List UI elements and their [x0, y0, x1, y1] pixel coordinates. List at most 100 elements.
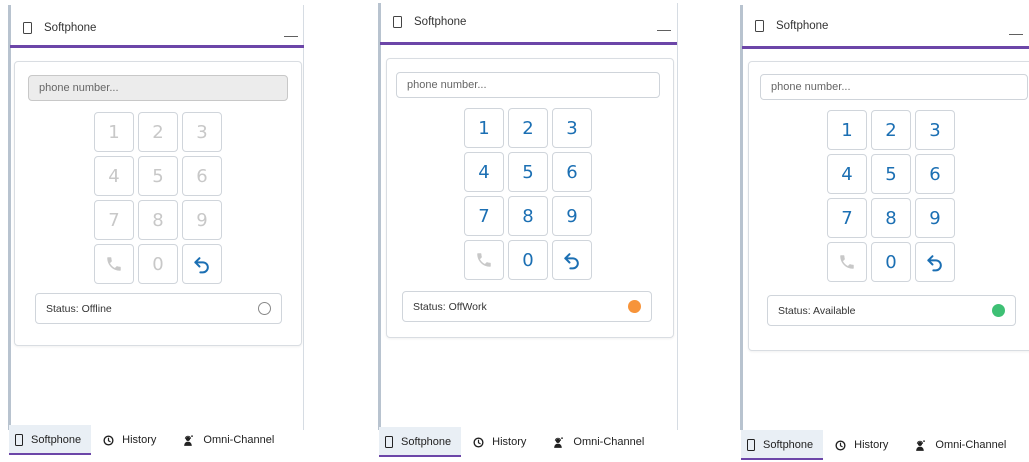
dial-key-6[interactable]: 6	[182, 156, 222, 196]
phone-number-input[interactable]	[28, 75, 288, 101]
dial-key-4[interactable]: 4	[827, 154, 867, 194]
dial-key-1[interactable]: 1	[464, 108, 504, 148]
dial-key-7[interactable]: 7	[94, 200, 134, 240]
tab-history[interactable]: History	[829, 430, 898, 460]
dial-key-5[interactable]: 5	[871, 154, 911, 194]
dial-key-6[interactable]: 6	[552, 152, 592, 192]
dial-key-7[interactable]: 7	[464, 196, 504, 236]
minimize-button[interactable]: —	[1009, 26, 1023, 40]
header-divider	[380, 42, 677, 45]
dial-key-3[interactable]: 3	[552, 108, 592, 148]
status-label: Status: Offline	[46, 302, 112, 315]
call-button[interactable]	[827, 242, 867, 282]
mobile-phone-icon	[393, 16, 402, 28]
dial-key-3[interactable]: 3	[182, 112, 222, 152]
dial-key-0[interactable]: 0	[138, 244, 178, 284]
tab-label: Omni-Channel	[203, 434, 275, 446]
dial-key-8[interactable]: 8	[871, 198, 911, 238]
dial-keypad: 123 456 7890	[827, 110, 955, 282]
undo-button[interactable]	[915, 242, 955, 282]
tab-softphone[interactable]: Softphone	[379, 427, 462, 457]
phone-number-input[interactable]	[760, 74, 1028, 100]
dial-key-4[interactable]: 4	[94, 156, 134, 196]
tab-label: History	[854, 439, 889, 451]
tab-label: History	[492, 436, 527, 448]
tab-softphone[interactable]: Softphone	[9, 425, 92, 455]
undo-arrow-icon	[925, 252, 945, 272]
undo-arrow-icon	[192, 254, 212, 274]
dial-key-2[interactable]: 2	[508, 108, 548, 148]
utility-bar: Softphone History Omni-Channel	[379, 427, 664, 457]
panel-edge	[677, 3, 678, 430]
tab-label: History	[122, 434, 157, 446]
tab-label: Softphone	[763, 439, 814, 451]
mobile-phone-icon	[755, 20, 764, 32]
status-indicator-dot	[992, 304, 1005, 317]
mobile-phone-icon	[23, 22, 32, 34]
tab-softphone[interactable]: Softphone	[741, 430, 824, 460]
clock-icon	[473, 436, 484, 448]
panel-edge	[378, 3, 381, 430]
phone-number-input[interactable]	[396, 72, 660, 98]
dial-key-9[interactable]: 9	[552, 196, 592, 236]
status-selector[interactable]: Status: Offline	[35, 293, 282, 324]
dial-key-9[interactable]: 9	[915, 198, 955, 238]
tab-label: Softphone	[31, 434, 82, 446]
status-indicator-dot	[628, 300, 641, 313]
dial-key-2[interactable]: 2	[138, 112, 178, 152]
undo-button[interactable]	[552, 240, 592, 280]
phone-handset-icon	[475, 251, 493, 269]
dial-key-3[interactable]: 3	[915, 110, 955, 150]
headset-person-icon	[914, 439, 927, 452]
status-selector[interactable]: Status: OffWork	[402, 291, 652, 322]
dial-key-5[interactable]: 5	[138, 156, 178, 196]
dial-key-2[interactable]: 2	[871, 110, 911, 150]
panel-edge	[8, 5, 11, 430]
dial-key-5[interactable]: 5	[508, 152, 548, 192]
status-selector[interactable]: Status: Available	[767, 295, 1016, 326]
tab-omni-channel[interactable]: Omni-Channel	[546, 427, 654, 457]
status-indicator-dot	[258, 302, 271, 315]
active-tab-indicator	[741, 458, 824, 460]
mobile-phone-icon	[747, 439, 755, 451]
tab-history[interactable]: History	[97, 425, 166, 455]
dial-key-7[interactable]: 7	[827, 198, 867, 238]
softphone-titlebar: Softphone	[393, 16, 466, 28]
minimize-button[interactable]: —	[284, 28, 298, 42]
phone-handset-icon	[838, 253, 856, 271]
softphone-titlebar: Softphone	[755, 20, 828, 32]
dial-key-1[interactable]: 1	[94, 112, 134, 152]
panel-title: Softphone	[44, 22, 97, 34]
tab-omni-channel[interactable]: Omni-Channel	[908, 430, 1016, 460]
tab-omni-channel[interactable]: Omni-Channel	[176, 425, 284, 455]
dial-key-8[interactable]: 8	[138, 200, 178, 240]
call-button[interactable]	[464, 240, 504, 280]
header-divider	[10, 45, 304, 48]
clock-icon	[835, 439, 846, 451]
dial-key-6[interactable]: 6	[915, 154, 955, 194]
softphone-titlebar: Softphone	[23, 22, 96, 34]
undo-button[interactable]	[182, 244, 222, 284]
dial-key-0[interactable]: 0	[508, 240, 548, 280]
mobile-phone-icon	[385, 436, 393, 448]
tab-history[interactable]: History	[467, 427, 536, 457]
dial-key-8[interactable]: 8	[508, 196, 548, 236]
status-label: Status: OffWork	[413, 300, 487, 313]
utility-bar: Softphone History Omni-Channel	[9, 425, 294, 455]
tab-label: Softphone	[401, 436, 452, 448]
dial-key-9[interactable]: 9	[182, 200, 222, 240]
panel-title: Softphone	[776, 20, 829, 32]
dial-key-4[interactable]: 4	[464, 152, 504, 192]
dial-keypad: 123 456 7890	[464, 108, 592, 280]
panel-title: Softphone	[414, 16, 467, 28]
active-tab-indicator	[379, 455, 462, 457]
dial-key-1[interactable]: 1	[827, 110, 867, 150]
headset-person-icon	[552, 436, 565, 449]
utility-bar: Softphone History Omni-Channel	[741, 430, 1026, 460]
dial-key-0[interactable]: 0	[871, 242, 911, 282]
call-button[interactable]	[94, 244, 134, 284]
status-label: Status: Available	[778, 304, 856, 317]
mobile-phone-icon	[15, 434, 23, 446]
minimize-button[interactable]: —	[657, 22, 671, 36]
dial-keypad: 123 456 7890	[94, 112, 222, 284]
